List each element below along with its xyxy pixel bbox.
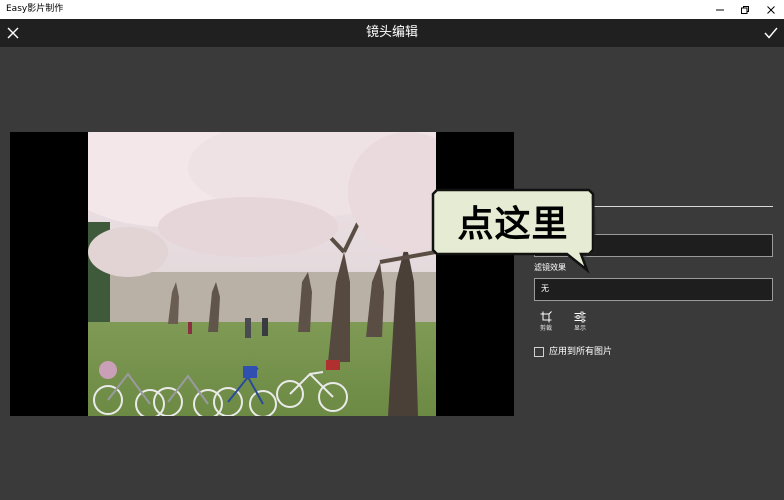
apply-to-all-checkbox[interactable]: 应用到所有图片 bbox=[534, 345, 612, 359]
display-label: 显示 bbox=[573, 325, 586, 332]
apply-to-all-label: 应用到所有图片 bbox=[549, 347, 613, 357]
checkbox-box[interactable] bbox=[534, 347, 544, 357]
restore-button[interactable] bbox=[731, 0, 759, 19]
close-icon bbox=[7, 27, 19, 39]
filter-dropdown-value: 无 bbox=[541, 284, 549, 293]
checkmark-icon bbox=[764, 27, 778, 39]
filter-dropdown[interactable]: 无 bbox=[534, 278, 773, 301]
crop-label: 剪裁 bbox=[539, 325, 552, 332]
restore-icon bbox=[741, 5, 749, 14]
editor-header: 镜头编辑 bbox=[0, 19, 784, 47]
display-button[interactable]: 显示 bbox=[566, 311, 594, 339]
sliders-icon bbox=[574, 311, 586, 323]
page-title: 镜头编辑 bbox=[365, 25, 418, 40]
minimize-button[interactable] bbox=[706, 0, 734, 19]
confirm-edit-button[interactable] bbox=[760, 21, 782, 45]
window-title-bar: Easy影片制作 bbox=[0, 0, 784, 19]
cancel-edit-button[interactable] bbox=[2, 21, 24, 45]
callout-bubble: 点这里 bbox=[431, 186, 597, 274]
crop-button[interactable]: 剪裁 bbox=[532, 311, 560, 339]
window-close-button[interactable] bbox=[757, 0, 784, 19]
close-icon bbox=[767, 5, 775, 14]
crop-icon bbox=[540, 311, 552, 323]
minimize-icon bbox=[716, 9, 724, 10]
callout-text: 点这里 bbox=[457, 204, 569, 245]
preview-image bbox=[88, 132, 436, 416]
app-title: Easy影片制作 bbox=[6, 4, 64, 14]
